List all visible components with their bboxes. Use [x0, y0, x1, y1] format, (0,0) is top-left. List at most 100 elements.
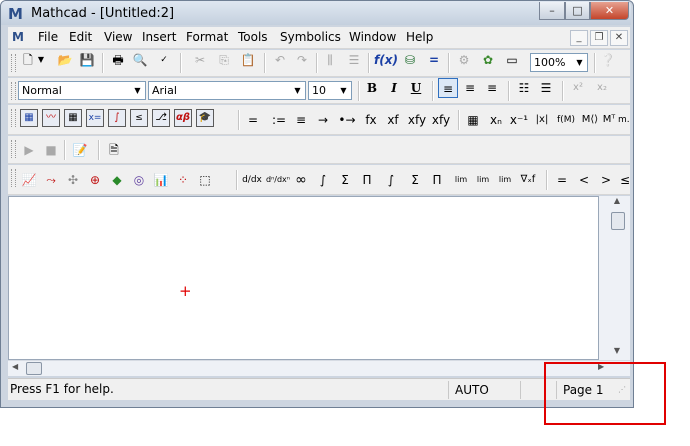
font-select[interactable]: Arial ▼ [148, 81, 306, 100]
right-limit-button[interactable]: lim [474, 170, 492, 190]
greek-palette-icon[interactable]: αβ [174, 109, 192, 127]
range-button[interactable]: m.. [618, 110, 630, 130]
postfix-operator-button[interactable]: xf [384, 110, 402, 130]
spell-check-icon[interactable]: ✓ [154, 50, 174, 70]
copy-icon[interactable]: ⎘ [214, 50, 234, 70]
open-folder-icon[interactable]: 📂 [56, 50, 74, 70]
graph-palette-icon[interactable]: 〰 [42, 109, 60, 127]
limit-button[interactable]: lim [452, 170, 470, 190]
maximize-button[interactable]: □ [565, 2, 590, 20]
worksheet-area[interactable] [8, 196, 599, 360]
bar-plot-icon[interactable]: 📊 [152, 170, 170, 190]
contour-plot-icon[interactable]: ◎ [130, 170, 148, 190]
scroll-left-icon[interactable]: ◀ [12, 362, 22, 374]
help-icon[interactable]: ❔ [598, 50, 618, 70]
menu-format[interactable]: Format [186, 30, 228, 44]
align-horizontal-icon[interactable]: ⫼ [320, 50, 340, 70]
paste-icon[interactable]: 📋 [238, 50, 258, 70]
horizontal-scroll-thumb[interactable] [26, 362, 42, 375]
boolean-palette-icon[interactable]: ≤ [130, 109, 148, 127]
left-limit-button[interactable]: lim [496, 170, 514, 190]
nth-derivative-button[interactable]: dⁿ/dxⁿ [266, 170, 290, 190]
minimize-button[interactable]: – [539, 2, 565, 20]
resource-center-icon[interactable]: ✿ [478, 50, 498, 70]
determinant-button[interactable]: |x| [532, 110, 552, 130]
bool-equal-button[interactable]: = [554, 170, 570, 190]
vector-field-icon[interactable]: ⬚ [196, 170, 214, 190]
menu-file[interactable]: File [38, 30, 58, 44]
window-icon[interactable]: ▭ [502, 50, 522, 70]
new-dropdown-icon[interactable]: ▼ [36, 50, 46, 70]
stop-icon[interactable]: ■ [42, 140, 60, 160]
menu-insert[interactable]: Insert [142, 30, 176, 44]
print-preview-icon[interactable]: 🔍 [130, 50, 150, 70]
range-sum-button[interactable]: Σ [336, 170, 354, 190]
define-button[interactable]: := [268, 110, 290, 130]
gradient-button[interactable]: ∇ₓf [518, 170, 538, 190]
bullets-icon[interactable]: ☷ [514, 78, 534, 98]
new-document-icon[interactable]: 🗋 [20, 50, 36, 70]
symbolic-palette-icon[interactable]: 🎓 [196, 109, 214, 127]
keyword-evaluate-button[interactable]: •→ [336, 110, 358, 130]
align-left-icon[interactable]: ≡ [438, 78, 458, 98]
insert-unit-icon[interactable]: ⛁ [400, 50, 420, 70]
transpose-button[interactable]: Mᵀ [602, 110, 616, 130]
evaluate-button[interactable]: = [244, 110, 262, 130]
vectorize-button[interactable]: f(M) [554, 110, 578, 130]
insert-matrix-icon[interactable]: ▦ [462, 110, 484, 130]
treefix-operator-button[interactable]: xfy [430, 110, 452, 130]
calculate-icon[interactable]: = [424, 50, 444, 70]
mdi-restore-button[interactable]: ❐ [590, 30, 608, 46]
symbolic-evaluate-button[interactable]: → [314, 110, 332, 130]
superscript-icon[interactable]: x² [568, 78, 588, 98]
trace-window-icon[interactable]: 🗎 [104, 140, 124, 160]
global-define-button[interactable]: ≡ [292, 110, 310, 130]
matrix-palette-icon[interactable]: ▦ [64, 109, 82, 127]
bold-button[interactable]: B [362, 78, 382, 98]
align-vertical-icon[interactable]: ☰ [344, 50, 364, 70]
less-equal-button[interactable]: ≤ [620, 170, 630, 190]
mdi-minimize-button[interactable]: _ [570, 30, 588, 46]
zoom-select[interactable]: 100% ▼ [530, 53, 588, 72]
component-icon[interactable]: ⚙ [454, 50, 474, 70]
scatter-plot-icon[interactable]: ⁘ [174, 170, 192, 190]
numbering-icon[interactable]: ☰ [536, 78, 556, 98]
style-select[interactable]: Normal ▼ [18, 81, 146, 100]
align-right-icon[interactable]: ≡ [482, 78, 502, 98]
mdi-close-button[interactable]: ✕ [610, 30, 628, 46]
undo-icon[interactable]: ↶ [270, 50, 290, 70]
menu-symbolics[interactable]: Symbolics [280, 30, 341, 44]
document-icon[interactable]: M [12, 30, 28, 46]
summation-button[interactable]: Σ [406, 170, 424, 190]
infix-operator-button[interactable]: xfy [406, 110, 428, 130]
product-button[interactable]: Π [428, 170, 446, 190]
evaluation-palette-icon[interactable]: x= [86, 109, 104, 127]
3d-surface-icon[interactable]: ◆ [108, 170, 126, 190]
column-button[interactable]: M⟨⟩ [580, 110, 600, 130]
font-size-select[interactable]: 10 ▼ [308, 81, 352, 100]
programming-palette-icon[interactable]: ⎇ [152, 109, 170, 127]
calculus-palette-icon[interactable]: ∫ [108, 109, 126, 127]
save-icon[interactable]: 💾 [78, 50, 96, 70]
insert-function-icon[interactable]: f(x) [374, 50, 398, 70]
horizontal-scrollbar[interactable]: ◀ ▶ [8, 360, 630, 376]
infinity-button[interactable]: ∞ [292, 170, 310, 190]
vertical-scrollbar[interactable]: ▲ ▼ [599, 196, 630, 360]
print-icon[interactable]: 🖶 [108, 50, 128, 70]
greater-than-button[interactable]: > [598, 170, 614, 190]
subscript-button[interactable]: xₙ [486, 110, 506, 130]
menu-help[interactable]: Help [406, 30, 433, 44]
menu-edit[interactable]: Edit [69, 30, 92, 44]
title-bar[interactable]: M Mathcad - [Untitled:2] – □ ✕ [1, 1, 631, 25]
redo-icon[interactable]: ↷ [292, 50, 312, 70]
underline-button[interactable]: U [406, 78, 426, 98]
calculator-palette-icon[interactable]: ▦ [20, 109, 38, 127]
align-center-icon[interactable]: ≡ [460, 78, 480, 98]
range-product-button[interactable]: Π [358, 170, 376, 190]
inverse-button[interactable]: x⁻¹ [508, 110, 530, 130]
menu-window[interactable]: Window [349, 30, 396, 44]
cut-icon[interactable]: ✂ [190, 50, 210, 70]
debug-icon[interactable]: 📝 [70, 140, 90, 160]
close-button[interactable]: ✕ [590, 2, 629, 20]
play-icon[interactable]: ▶ [20, 140, 38, 160]
